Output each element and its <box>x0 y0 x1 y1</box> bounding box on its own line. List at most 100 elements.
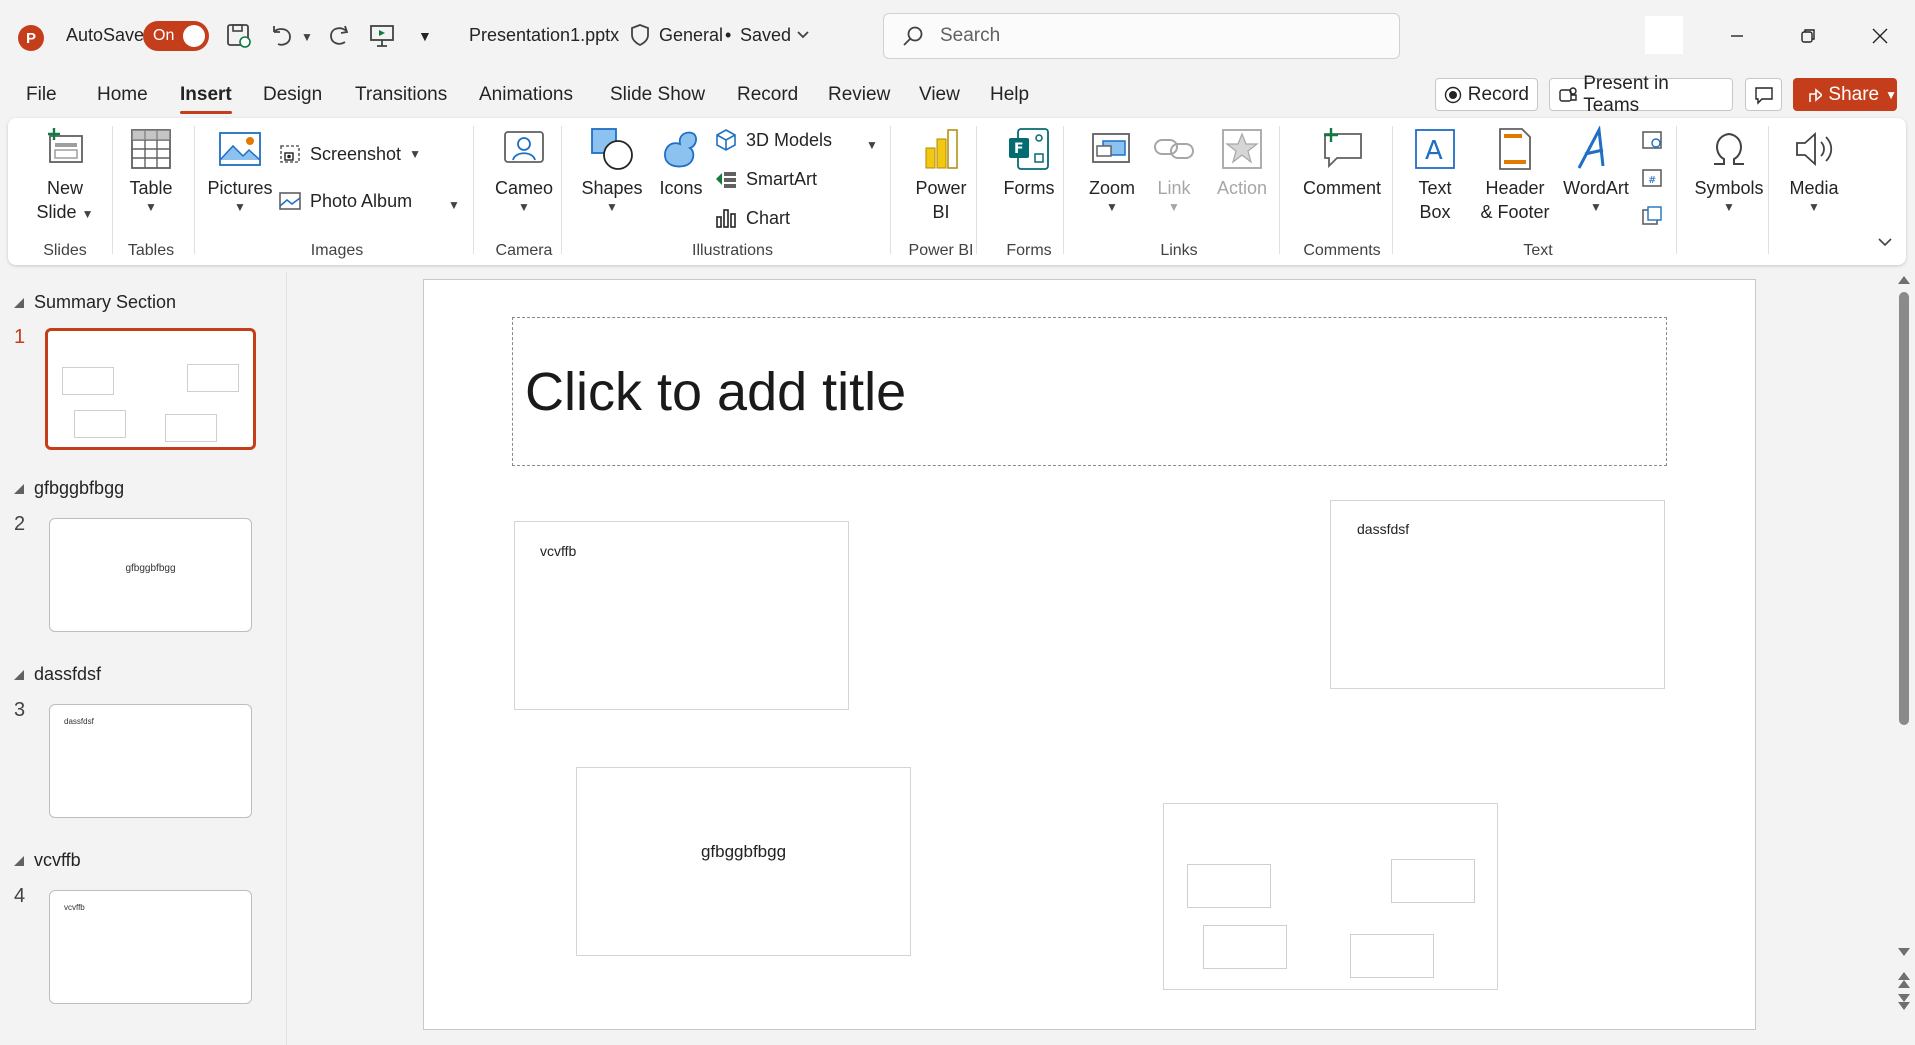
section-collapse-icon[interactable] <box>14 669 24 680</box>
object-button[interactable] <box>1640 204 1664 228</box>
section-header-gfbggbfbgg[interactable]: gfbggbfbgg <box>14 478 124 499</box>
header-footer-label-1: Header <box>1485 178 1545 198</box>
slide-number-button[interactable]: # <box>1640 166 1664 190</box>
media-button[interactable]: Media ▼ <box>1774 126 1854 214</box>
section-zoom-gfbggbfbgg[interactable]: gfbggbfbgg <box>576 767 911 956</box>
present-in-teams-label: Present in Teams <box>1583 72 1669 116</box>
text-box-label-1: Text <box>1418 178 1452 198</box>
new-slide-button[interactable]: New Slide ▼ <box>20 126 110 224</box>
group-separator <box>1676 126 1677 254</box>
title-placeholder[interactable]: Click to add title <box>512 317 1667 466</box>
previous-slide-icon[interactable] <box>1898 972 1910 980</box>
sensitivity-shield-icon[interactable] <box>629 23 651 47</box>
section-header-summary[interactable]: Summary Section <box>14 292 176 313</box>
tab-help[interactable]: Help <box>990 84 1029 106</box>
section-collapse-icon[interactable] <box>14 855 24 866</box>
file-name[interactable]: Presentation1.pptx <box>469 25 619 46</box>
search-box[interactable]: Search <box>883 13 1400 59</box>
cameo-button[interactable]: Cameo ▼ <box>482 126 566 214</box>
scroll-up-arrow-icon[interactable] <box>1898 276 1910 284</box>
smartart-button[interactable]: SmartArt <box>714 167 817 191</box>
next-slide-icon[interactable] <box>1898 994 1910 1002</box>
chart-button[interactable]: Chart <box>714 206 790 230</box>
section-zoom-dassfdsf[interactable]: dassfdsf <box>1330 500 1665 689</box>
symbols-button[interactable]: Symbols ▼ <box>1684 126 1774 214</box>
group-separator <box>473 126 474 254</box>
account-avatar[interactable] <box>1645 16 1683 54</box>
save-icon[interactable] <box>225 22 253 50</box>
section-zoom-vcvffb[interactable]: vcvffb <box>514 521 849 710</box>
screenshot-button[interactable]: Screenshot ▼ <box>278 142 421 166</box>
section-header-dassfdsf[interactable]: dassfdsf <box>14 664 101 685</box>
slide-thumbnail-3[interactable]: dassfdsf <box>49 704 252 818</box>
customize-toolbar-icon[interactable]: ▼ <box>418 28 432 44</box>
group-label-forms: Forms <box>1006 242 1052 259</box>
redo-icon[interactable] <box>325 22 353 50</box>
tab-home[interactable]: Home <box>97 84 148 106</box>
table-button[interactable]: Table ▼ <box>116 126 186 214</box>
section-name: dassfdsf <box>34 664 102 684</box>
group-label-power-bi: Power BI <box>908 242 974 259</box>
restore-icon[interactable] <box>1788 18 1828 54</box>
header-footer-button[interactable]: Header & Footer <box>1470 126 1560 224</box>
present-in-teams-button[interactable]: Present in Teams <box>1549 73 1733 116</box>
comment-button[interactable]: Comment <box>1288 126 1396 200</box>
shapes-button[interactable]: Shapes ▼ <box>570 126 654 214</box>
sensitivity-label[interactable]: General <box>659 25 723 46</box>
mini-zoom-box <box>187 364 239 392</box>
summary-zoom-box[interactable] <box>1163 803 1498 990</box>
3d-models-chevron-icon[interactable]: ▼ <box>866 138 878 152</box>
action-button[interactable]: Action <box>1206 126 1278 200</box>
3d-models-button[interactable]: 3D Models <box>714 128 832 152</box>
slide-thumbnail-1[interactable] <box>45 328 256 450</box>
slide-thumbnail-4[interactable]: vcvffb <box>49 890 252 1004</box>
slide-thumbnail-2[interactable]: gfbggbfbgg <box>49 518 252 632</box>
tab-transitions[interactable]: Transitions <box>355 84 447 106</box>
tab-design[interactable]: Design <box>263 84 322 106</box>
tab-review[interactable]: Review <box>828 84 890 106</box>
wordart-button[interactable]: WordArt ▼ <box>1554 126 1638 214</box>
ribbon-collapse-chevron-icon[interactable] <box>1876 236 1894 250</box>
save-state[interactable]: Saved <box>740 25 791 46</box>
photo-album-button[interactable]: Photo Album <box>278 189 412 213</box>
present-from-start-icon[interactable] <box>368 22 396 50</box>
zoom-box-text: dassfdsf <box>1357 521 1410 537</box>
scroll-down-arrow-icon[interactable] <box>1898 948 1910 956</box>
vertical-scrollbar[interactable] <box>1893 272 1915 1045</box>
zoom-button[interactable]: Zoom ▼ <box>1074 126 1150 214</box>
pictures-button[interactable]: Pictures ▼ <box>202 126 278 214</box>
section-collapse-icon[interactable] <box>14 483 24 494</box>
tab-insert[interactable]: Insert <box>180 84 232 114</box>
icons-button[interactable]: Icons <box>648 126 714 200</box>
autosave-toggle[interactable]: On <box>143 21 209 51</box>
tab-slide-show[interactable]: Slide Show <box>610 84 705 106</box>
link-button[interactable]: Link ▼ <box>1144 126 1204 214</box>
section-collapse-icon[interactable] <box>14 297 24 308</box>
tab-animations[interactable]: Animations <box>479 84 573 106</box>
tab-file[interactable]: File <box>26 84 57 106</box>
title-bar: P AutoSave On ▼ ▼ Presentation1.pptx Gen… <box>0 0 1915 74</box>
comments-button[interactable] <box>1745 78 1782 111</box>
minimize-icon[interactable] <box>1717 18 1757 54</box>
date-time-icon <box>1642 131 1662 149</box>
record-button[interactable]: Record <box>1435 78 1538 111</box>
date-time-button[interactable] <box>1640 128 1664 152</box>
tab-record[interactable]: Record <box>737 84 798 106</box>
close-icon[interactable] <box>1860 18 1900 54</box>
save-state-chevron-icon[interactable] <box>795 27 811 43</box>
photo-album-chevron-icon[interactable]: ▼ <box>448 198 460 212</box>
text-box-button[interactable]: A Text Box <box>1400 126 1470 224</box>
undo-icon[interactable] <box>268 22 296 50</box>
group-label-slides: Slides <box>43 242 87 259</box>
scrollbar-thumb[interactable] <box>1899 292 1909 725</box>
record-icon <box>1444 86 1462 103</box>
photo-album-icon <box>279 192 301 210</box>
undo-dropdown-chevron-icon[interactable]: ▼ <box>301 30 313 44</box>
forms-button[interactable]: F Forms <box>984 126 1074 200</box>
slide-number: 4 <box>14 885 26 907</box>
section-header-vcvffb[interactable]: vcvffb <box>14 850 81 871</box>
share-button[interactable]: Share ▼ <box>1793 78 1897 111</box>
tab-view[interactable]: View <box>919 84 960 106</box>
power-bi-button[interactable]: Power BI <box>898 126 984 224</box>
new-slide-label-2: Slide ▼ <box>36 202 94 222</box>
